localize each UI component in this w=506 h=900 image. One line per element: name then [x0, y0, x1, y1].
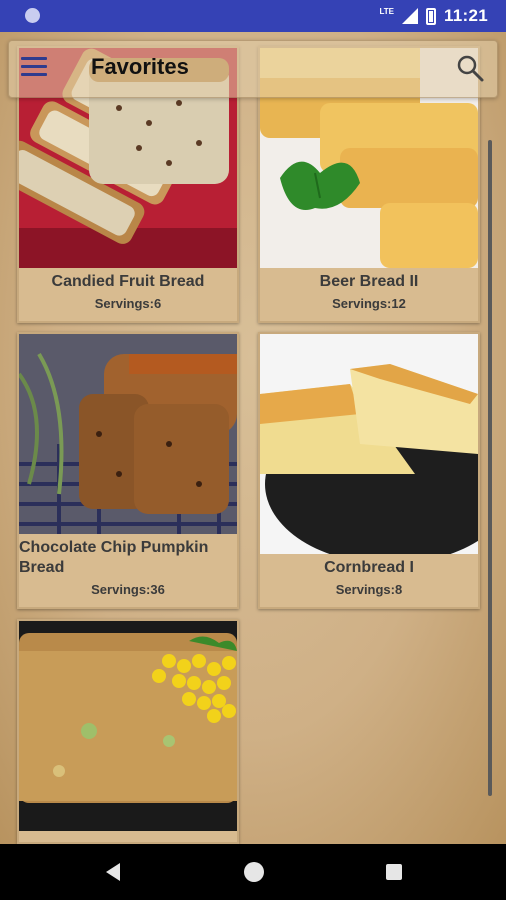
status-bar: LTE 11:21	[0, 0, 506, 32]
recipe-card[interactable]	[17, 619, 239, 844]
recipe-image	[19, 621, 237, 831]
scrollbar[interactable]	[488, 140, 492, 796]
signal-icon	[401, 8, 418, 24]
back-icon[interactable]	[106, 863, 120, 881]
recipe-card[interactable]: Cornbread I Servings:8	[258, 332, 480, 609]
recipe-title: Chocolate Chip Pumpkin Bread	[19, 539, 209, 576]
recipe-servings: Servings:36	[91, 582, 165, 597]
status-icons: LTE 11:21	[379, 6, 488, 26]
status-time: 11:21	[443, 6, 488, 25]
recipe-title: Cornbread I	[324, 559, 414, 576]
battery-icon	[425, 7, 436, 25]
recents-icon[interactable]	[386, 864, 402, 880]
recipe-card[interactable]: Chocolate Chip Pumpkin Bread Servings:36	[17, 332, 239, 609]
page-title: Favorites	[91, 54, 189, 79]
recipe-servings: Servings:6	[94, 296, 162, 311]
app-content: Favorites Candied Fruit Bread Servings:6…	[0, 32, 506, 844]
recipe-title: Candied Fruit Bread	[51, 273, 205, 290]
recipe-servings: Servings:8	[335, 582, 403, 597]
network-type: LTE	[379, 6, 394, 16]
system-nav-bar	[0, 844, 506, 900]
home-icon[interactable]	[244, 862, 264, 882]
app-toolbar: Favorites	[8, 40, 498, 98]
notification-icon	[25, 8, 40, 23]
menu-icon[interactable]	[21, 57, 47, 79]
search-icon[interactable]	[455, 53, 485, 83]
recipe-servings: Servings:12	[332, 296, 406, 311]
recipe-image	[19, 334, 237, 534]
recipe-title: Beer Bread II	[319, 273, 419, 290]
recipe-image	[260, 334, 478, 554]
